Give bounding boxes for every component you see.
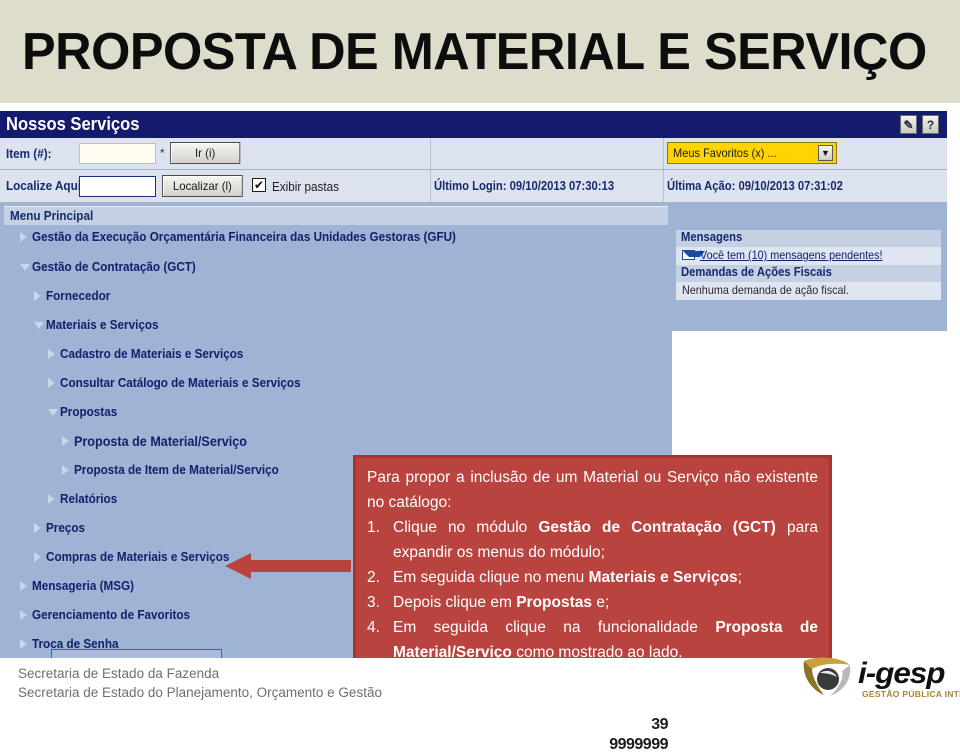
menu-item-label: Gestão da Execução Orçamentária Financei… xyxy=(32,229,456,244)
menu-header-label: Menu Principal xyxy=(10,208,94,223)
instruction-step-number: 1. xyxy=(367,519,380,536)
page-title: PROPOSTA DE MATERIAL E SERVIÇO xyxy=(22,23,927,81)
required-marker: * xyxy=(160,146,165,160)
chevron-right-icon[interactable] xyxy=(48,378,55,388)
messages-panel-background: Mensagens Você tem (10) mensagens penden… xyxy=(672,203,947,331)
chevron-right-icon[interactable] xyxy=(48,349,55,359)
toolbar-divider xyxy=(430,138,431,169)
messages-header-label: Mensagens xyxy=(681,230,743,244)
menu-header: Menu Principal xyxy=(4,206,668,225)
title-banner: PROPOSTA DE MATERIAL E SERVIÇO xyxy=(0,0,960,103)
igesp-logo-text: i-gesp xyxy=(858,657,946,690)
chevron-right-icon[interactable] xyxy=(62,465,69,475)
instruction-text: Em seguida clique na funcionalidade xyxy=(393,619,716,636)
item-input[interactable] xyxy=(79,143,156,164)
app-titlebar: Nossos Serviços ✎ ? xyxy=(0,111,947,138)
chevron-right-icon[interactable] xyxy=(62,436,69,446)
menu-item-label: Compras de Materiais e Serviços xyxy=(46,549,230,564)
chevron-down-icon[interactable] xyxy=(48,409,58,416)
chevron-right-icon[interactable] xyxy=(20,581,27,591)
toolbar-row-item: Item (#): * Ir (i) Meus Favoritos (x) ..… xyxy=(0,138,947,170)
fiscal-demands-body: Nenhuma demanda de ação fiscal. xyxy=(676,282,941,300)
instruction-emphasis: Gestão de Contratação (GCT) xyxy=(538,519,776,536)
favorites-dropdown[interactable]: Meus Favoritos (x) ... ▼ xyxy=(667,142,837,164)
instruction-step-number: 3. xyxy=(367,594,380,611)
menu-item-label: Cadastro de Materiais e Serviços xyxy=(60,346,244,361)
fiscal-demands-header-label: Demandas de Ações Fiscais xyxy=(681,265,832,279)
instruction-emphasis: Materiais e Serviços xyxy=(588,569,738,586)
localize-button[interactable]: Localizar (l) xyxy=(162,175,243,197)
menu-item-label: Propostas xyxy=(60,404,118,419)
menu-item-label: Gerenciamento de Favoritos xyxy=(32,607,191,622)
menu-item-label: Gestão de Contratação (GCT) xyxy=(32,259,196,274)
red-arrow-annotation xyxy=(225,553,351,579)
instruction-text: ; xyxy=(737,569,742,586)
footer-org-1: Secretaria de Estado da Fazenda xyxy=(18,666,220,681)
messages-header: Mensagens xyxy=(676,230,941,247)
toolbar-divider xyxy=(663,170,664,202)
instruction-text: Depois clique em xyxy=(393,594,517,611)
instruction-emphasis: Propostas xyxy=(516,594,593,611)
show-folders-checkbox[interactable]: ✔ xyxy=(252,178,266,192)
app-titlebar-title: Nossos Serviços xyxy=(6,114,140,134)
instruction-intro: Para propor a inclusão de um Material ou… xyxy=(367,469,818,511)
chevron-right-icon[interactable] xyxy=(48,494,55,504)
fiscal-demands-empty-text: Nenhuma demanda de ação fiscal. xyxy=(682,283,849,297)
instruction-text: Em seguida clique no menu xyxy=(393,569,589,586)
help-icon[interactable]: ? xyxy=(922,115,939,134)
instruction-text: Clique no módulo xyxy=(393,519,539,536)
localize-label: Localize Aqui: xyxy=(6,178,85,193)
menu-item-label: Consultar Catálogo de Materiais e Serviç… xyxy=(60,375,301,390)
messages-body: Você tem (10) mensagens pendentes! xyxy=(676,247,941,265)
go-button[interactable]: Ir (i) xyxy=(170,142,241,164)
footer-org-2: Secretaria de Estado do Planejamento, Or… xyxy=(18,685,382,700)
instruction-step: 3. Depois clique em Propostas e; xyxy=(367,590,818,615)
instruction-steps: 1. Clique no módulo Gestão de Contratação… xyxy=(367,515,818,665)
instruction-step-number: 4. xyxy=(367,619,380,636)
pending-messages-link[interactable]: Você tem (10) mensagens pendentes! xyxy=(700,248,883,262)
toolbar-row-localize: Localize Aqui: Localizar (l) ✔ Exibir pa… xyxy=(0,170,947,203)
instruction-step-number: 2. xyxy=(367,569,380,586)
toolbar-divider xyxy=(663,138,664,169)
menu-item-label: Mensageria (MSG) xyxy=(32,578,135,593)
note-icon[interactable]: ✎ xyxy=(900,115,917,134)
menu-item-label: Preços xyxy=(46,520,86,535)
chevron-right-icon[interactable] xyxy=(34,291,41,301)
instruction-callout-text: Para propor a inclusão de um Material ou… xyxy=(367,465,818,665)
last-action-text: Última Ação: 09/10/2013 07:31:02 xyxy=(667,179,843,193)
toolbar-divider xyxy=(430,170,431,202)
bottom-number-2: 9999999 xyxy=(609,736,668,753)
bottom-number-1: 39 xyxy=(651,716,668,733)
chevron-right-icon[interactable] xyxy=(20,610,27,620)
igesp-logo-mark xyxy=(803,657,851,696)
instruction-text: e; xyxy=(592,594,610,611)
menu-item-label: Proposta de Material/Serviço xyxy=(74,433,247,449)
chevron-down-icon[interactable] xyxy=(34,322,44,329)
menu-item-label: Materiais e Serviços xyxy=(46,317,159,332)
igesp-logo: i-gesp GESTÃO PÚBLICA INTEGRADA xyxy=(800,653,960,705)
show-folders-label: Exibir pastas xyxy=(272,179,339,194)
chevron-right-icon[interactable] xyxy=(20,232,27,242)
menu-item-label: Fornecedor xyxy=(46,288,111,303)
instruction-step: 1. Clique no módulo Gestão de Contratação… xyxy=(367,515,818,565)
igesp-logo-tagline: GESTÃO PÚBLICA INTEGRADA xyxy=(862,689,960,699)
menu-item-label: Proposta de Item de Material/Serviço xyxy=(74,462,279,477)
application-screenshot: Nossos Serviços ✎ ? Item (#): * Ir (i) M… xyxy=(0,103,947,753)
favorites-dropdown-label: Meus Favoritos (x) ... xyxy=(673,146,777,160)
fiscal-demands-header: Demandas de Ações Fiscais xyxy=(676,265,941,282)
last-login-text: Último Login: 09/10/2013 07:30:13 xyxy=(434,179,615,193)
chevron-right-icon[interactable] xyxy=(34,523,41,533)
localize-input[interactable] xyxy=(79,176,156,197)
chevron-right-icon[interactable] xyxy=(34,552,41,562)
instruction-step: 2. Em seguida clique no menu Materiais e … xyxy=(367,565,818,590)
item-label: Item (#): xyxy=(6,146,52,161)
chevron-down-icon[interactable] xyxy=(20,264,30,271)
envelope-icon xyxy=(682,250,705,260)
chevron-right-icon[interactable] xyxy=(20,639,27,649)
menu-item-label: Relatórios xyxy=(60,491,118,506)
chevron-down-icon[interactable]: ▼ xyxy=(818,145,833,161)
